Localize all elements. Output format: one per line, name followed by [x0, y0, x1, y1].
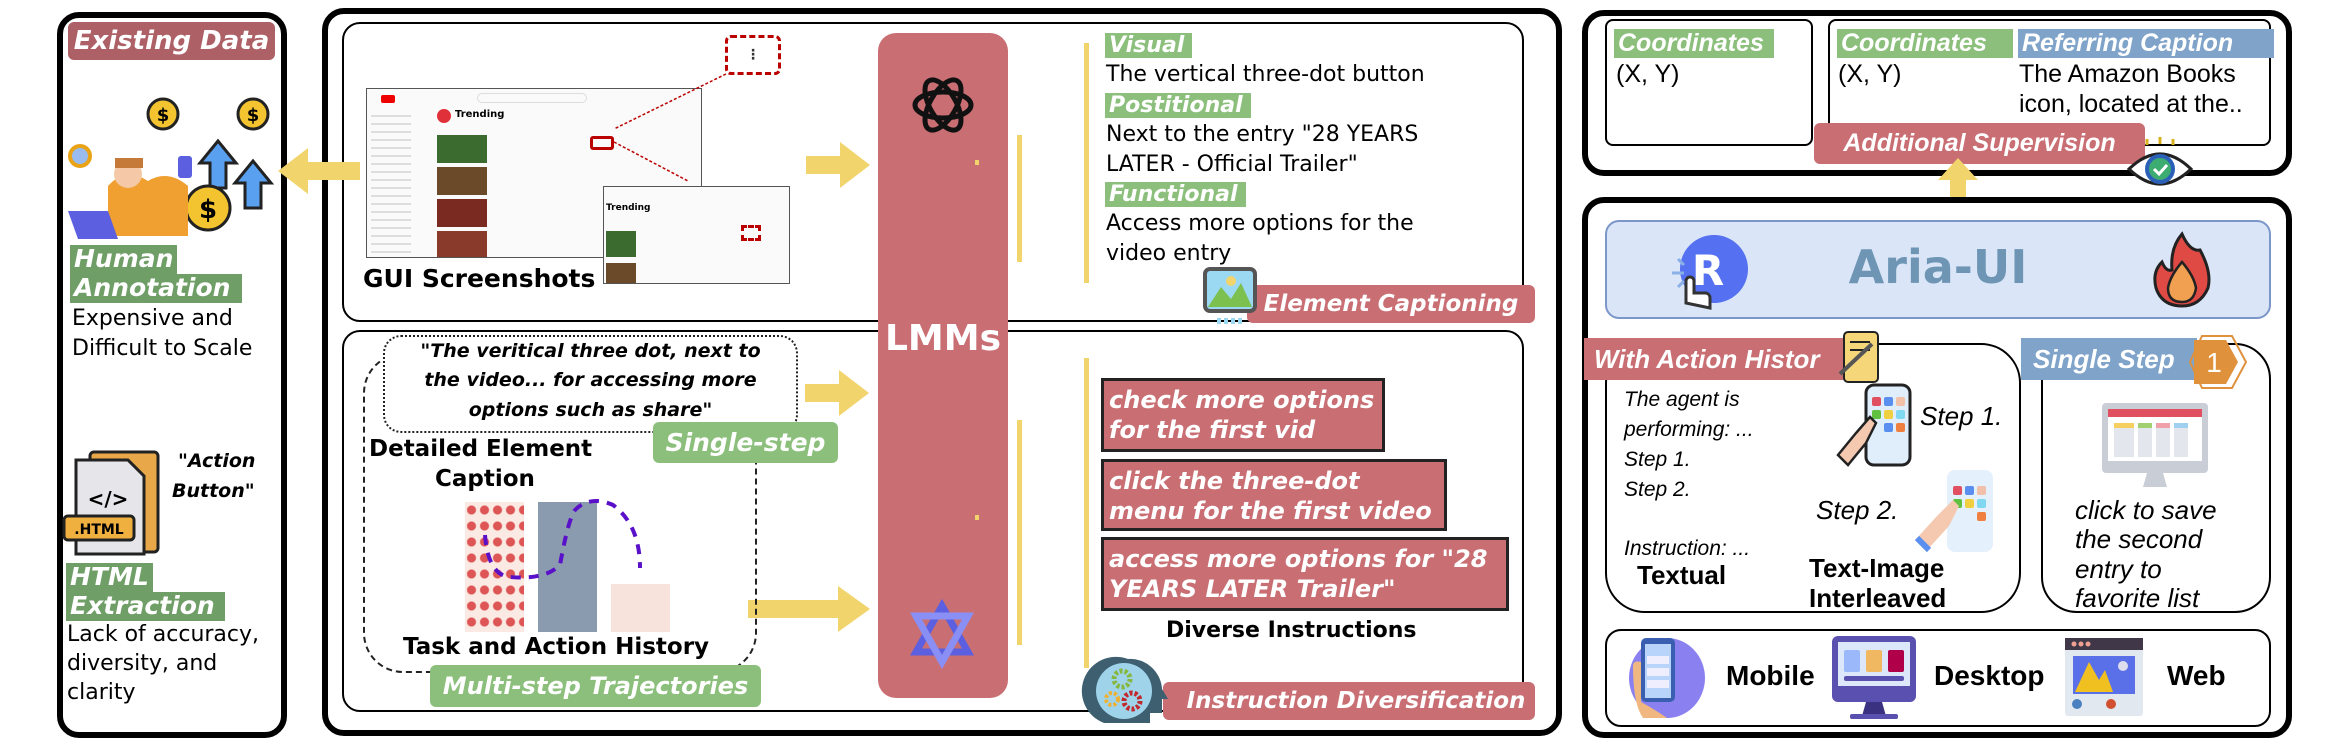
fire-icon	[2153, 231, 2211, 308]
with-action-history-badge: With Action Histor	[1584, 338, 1848, 380]
mobile-icon	[1629, 638, 1705, 718]
instruction-line: menu for the first video	[1109, 497, 1432, 525]
textual-history-line: Step 1.	[1624, 448, 1691, 471]
instruction-line: access more options for "28	[1109, 545, 1488, 573]
coordinates-label: Coordinates	[1614, 29, 1774, 58]
coordinates-value-2: (X, Y)	[1838, 60, 1902, 88]
task-history-label: Task and Action History	[403, 634, 710, 660]
phone-tap-icon	[1836, 383, 1912, 467]
instruction-line: check more options	[1109, 386, 1375, 414]
eye-check-icon	[2126, 137, 2194, 186]
additional-supervision-badge: Additional Supervision	[1814, 123, 2145, 164]
interleaved-label-2: Interleaved	[1809, 583, 1947, 613]
platform-desktop: Desktop	[1934, 660, 2045, 691]
platform-mobile: Mobile	[1726, 660, 1815, 691]
instruction-diversification-badge: Instruction Diversification	[1163, 682, 1535, 720]
instruction-line: YEARS LATER Trailer"	[1109, 575, 1396, 603]
referring-caption-label: Referring Caption	[2018, 29, 2274, 58]
coordinates-value: (X, Y)	[1616, 60, 1680, 88]
platform-web: Web	[2167, 660, 2226, 691]
single-step-instruction: the second	[2075, 524, 2203, 554]
instruction-line: for the first vid	[1109, 416, 1316, 444]
coordinates-label-2: Coordinates	[1837, 29, 2013, 58]
textual-history-line: The agent is	[1624, 388, 1740, 411]
single-step-instruction: favorite list	[2075, 583, 2200, 613]
scroll-quill-icon	[1838, 331, 1879, 383]
step-1-label: Step 1.	[1920, 401, 2003, 431]
instruction-placeholder: Instruction: ...	[1624, 537, 1751, 560]
instructions-divider	[1084, 358, 1089, 668]
desktop-icon	[1832, 636, 1916, 719]
single-step-badge-right: Single Step	[2021, 338, 2197, 380]
brain-gears-icon	[1081, 656, 1168, 723]
single-step-instruction: click to save	[2075, 495, 2217, 525]
phone-tap-icon	[1914, 470, 1993, 553]
instruction-item: access more options for "28 YEARS LATER T…	[1101, 537, 1509, 611]
diverse-instructions-label: Diverse Instructions	[1166, 618, 1417, 643]
multi-step-badge: Multi-step Trajectories	[430, 665, 761, 707]
referring-caption-text-2: icon, located at the..	[2019, 90, 2243, 118]
referring-caption-text: The Amazon Books	[2019, 60, 2236, 88]
svg-text:1: 1	[2206, 347, 2222, 378]
single-step-instruction: entry to	[2075, 554, 2162, 584]
textual-label: Textual	[1637, 560, 1727, 590]
web-browser-icon	[2065, 638, 2143, 716]
step-number-icon: 1	[2188, 335, 2248, 389]
interleaved-label: Text-Image	[1809, 553, 1945, 583]
instruction-line: click the three-dot	[1109, 467, 1360, 495]
textual-history-line: performing: ...	[1624, 418, 1754, 441]
step-2-label: Step 2.	[1816, 495, 1899, 525]
instruction-item: check more options for the first vid	[1101, 378, 1385, 452]
textual-history-line: Step 2.	[1624, 478, 1691, 501]
instruction-item: click the three-dot menu for the first vi…	[1101, 459, 1447, 531]
desktop-monitor-icon	[2102, 403, 2208, 487]
